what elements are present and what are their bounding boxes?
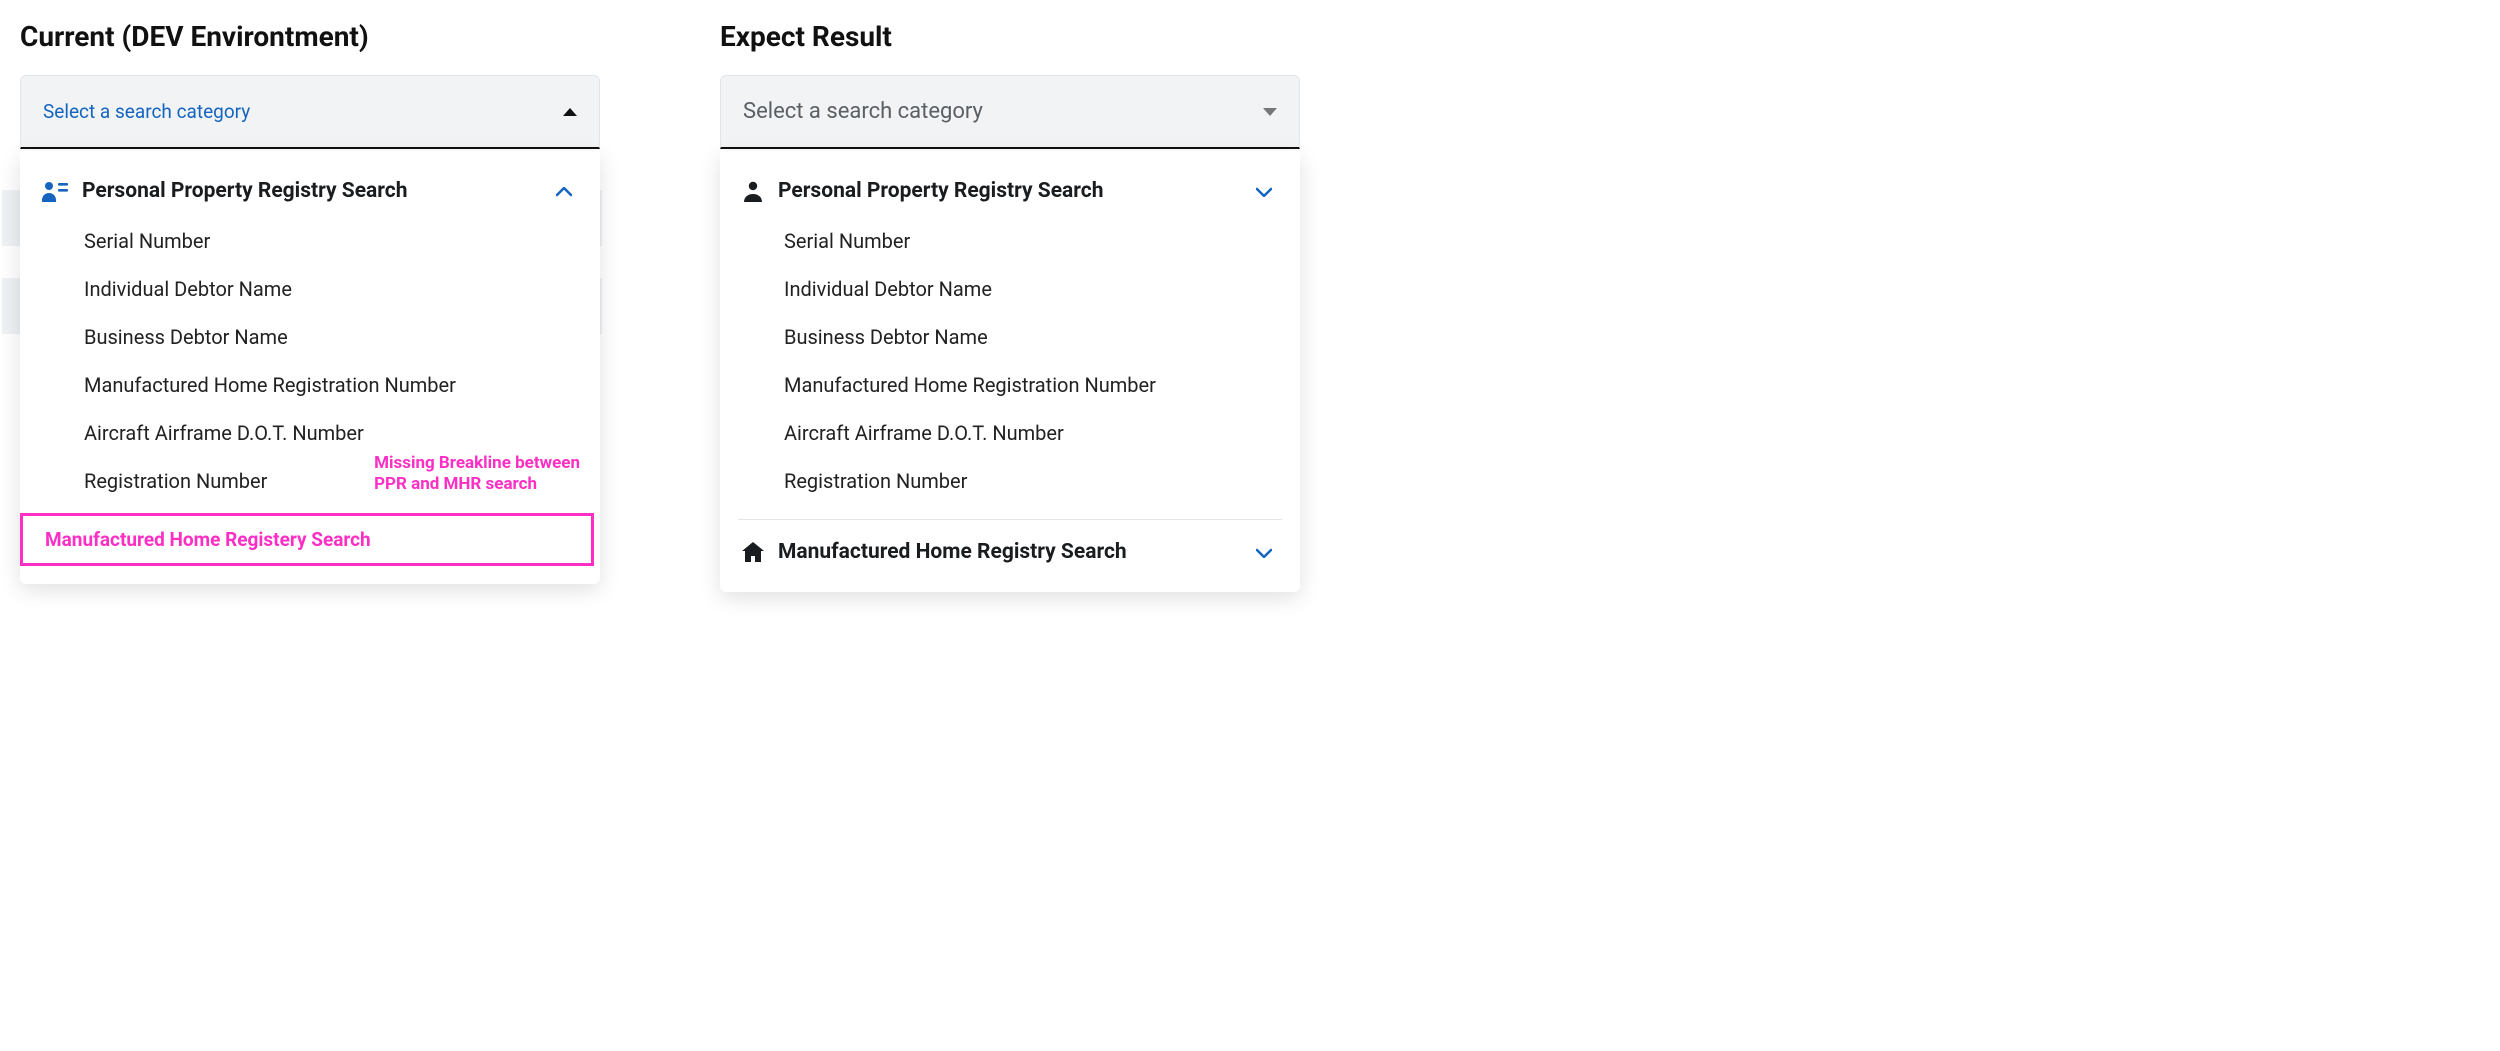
list-item[interactable]: Manufactured Home Registration Number (20, 361, 600, 409)
caret-up-icon (563, 108, 577, 116)
chevron-up-icon (556, 182, 572, 201)
search-category-select-expected[interactable]: Select a search category (720, 75, 1300, 149)
current-column: Current (DEV Environtment) Select a sear… (20, 20, 600, 584)
list-item[interactable]: Aircraft Airframe D.O.T. Number (20, 409, 600, 457)
ppr-items: Serial Number Individual Debtor Name Bus… (20, 213, 600, 513)
home-icon (742, 542, 764, 562)
person-lines-icon (42, 180, 68, 202)
list-item[interactable]: Business Debtor Name (720, 313, 1300, 361)
select-label: Select a search category (743, 99, 983, 124)
expected-column: Expect Result Select a search category P… (720, 20, 1300, 592)
dropdown-panel-expected: Personal Property Registry Search Serial… (720, 151, 1300, 592)
list-item[interactable]: Registration Number (720, 457, 1300, 505)
group-title-ppr: Personal Property Registry Search (82, 179, 408, 203)
list-item[interactable]: Business Debtor Name (20, 313, 600, 361)
list-item[interactable]: Registration Number (20, 457, 600, 505)
select-label: Select a search category (43, 100, 250, 123)
group-divider (738, 519, 1282, 520)
group-header-ppr[interactable]: Personal Property Registry Search (20, 169, 600, 213)
list-item[interactable]: Aircraft Airframe D.O.T. Number (720, 409, 1300, 457)
current-heading: Current (DEV Environtment) (20, 20, 600, 53)
list-item[interactable]: Manufactured Home Registration Number (720, 361, 1300, 409)
group-title-ppr: Personal Property Registry Search (778, 179, 1104, 203)
group-header-mhr[interactable]: Manufactured Home Registry Search (720, 530, 1300, 574)
person-icon (742, 180, 764, 202)
list-item[interactable]: Serial Number (720, 217, 1300, 265)
list-item[interactable]: Individual Debtor Name (20, 265, 600, 313)
group-header-ppr[interactable]: Personal Property Registry Search (720, 169, 1300, 213)
dropdown-panel-current: Personal Property Registry Search Serial… (20, 151, 600, 584)
search-category-select[interactable]: Select a search category (20, 75, 600, 149)
caret-down-icon (1263, 108, 1277, 116)
chevron-down-icon (1256, 182, 1272, 201)
expected-heading: Expect Result (720, 20, 1300, 53)
group-title-mhr-current[interactable]: Manufactured Home Registery Search (23, 516, 591, 563)
chevron-down-icon (1256, 543, 1272, 562)
list-item[interactable]: Individual Debtor Name (720, 265, 1300, 313)
group-title-mhr: Manufactured Home Registry Search (778, 540, 1127, 564)
missing-group-highlight: Manufactured Home Registery Search (20, 513, 594, 566)
list-item[interactable]: Serial Number (20, 217, 600, 265)
ppr-items: Serial Number Individual Debtor Name Bus… (720, 213, 1300, 513)
